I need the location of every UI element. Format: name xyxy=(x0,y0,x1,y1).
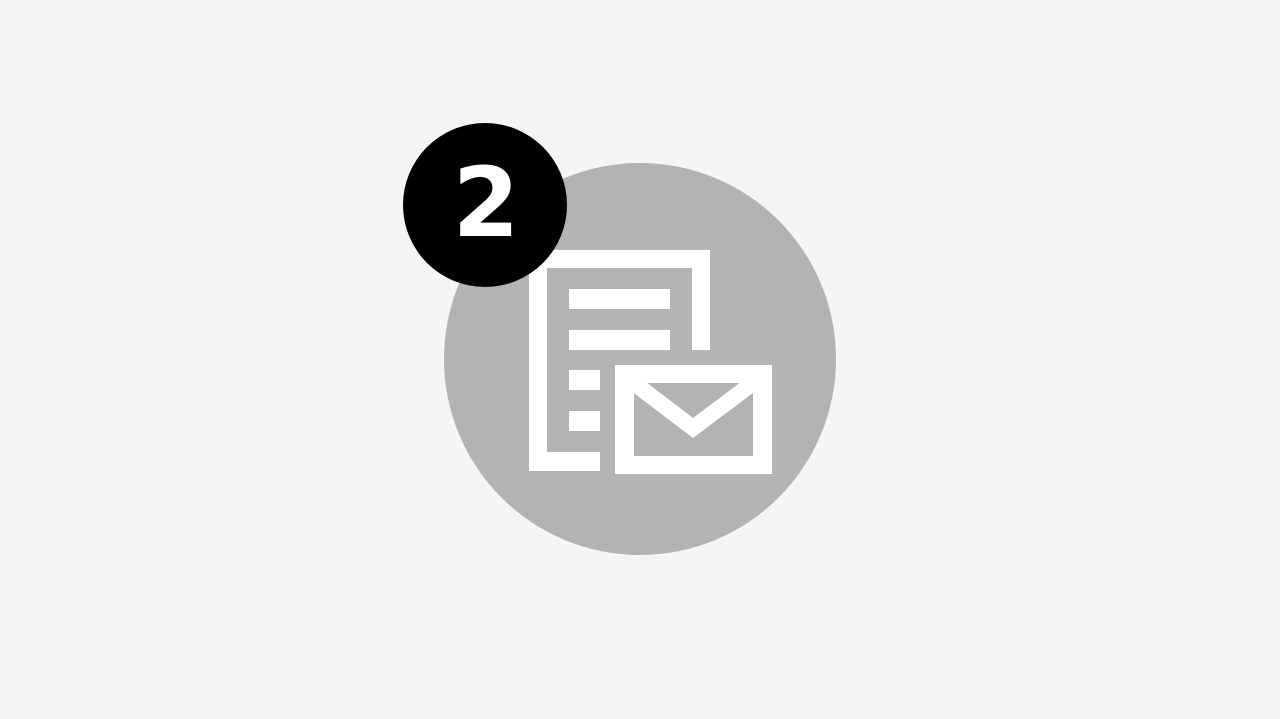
notification-badge: 2 xyxy=(403,123,567,287)
badge-count: 2 xyxy=(452,147,520,259)
document-line-2 xyxy=(569,330,670,350)
document-line-1 xyxy=(569,289,670,309)
document-line-4 xyxy=(569,411,600,431)
canvas: 2 xyxy=(0,0,1280,719)
envelope-flap xyxy=(629,376,758,439)
document-line-3 xyxy=(569,370,600,390)
document-with-envelope-icon xyxy=(529,250,772,474)
